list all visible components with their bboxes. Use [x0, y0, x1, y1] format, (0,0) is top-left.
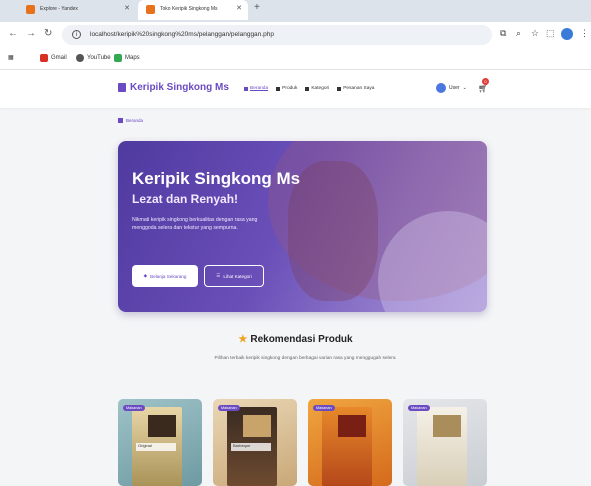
button-label: Belanja Sekarang — [150, 273, 187, 279]
browser-tabstrip: Explore - Yandex ✕ Toko Keripik Singkong… — [0, 0, 591, 22]
cart-icon: 🛒︎ — [478, 84, 489, 93]
nav-kategori[interactable]: Kategori — [305, 86, 329, 91]
extensions-icon[interactable]: ⬚ — [546, 28, 555, 39]
list-icon: ☰ — [216, 273, 221, 278]
section-subtitle: Pilihan terbaik keripik singkong dengan … — [214, 356, 396, 361]
nav-beranda[interactable]: Beranda — [244, 86, 268, 91]
browser-toolbar: ← → ↻ i localhost/keripik%20singkong%20m… — [0, 22, 591, 48]
bag-icon: ◆ — [143, 273, 148, 278]
user-avatar — [436, 83, 446, 93]
apps-grid-icon[interactable]: ▦ — [8, 54, 14, 61]
star-icon: ★ — [238, 334, 248, 345]
shop-now-button[interactable]: ◆ Belanja Sekarang — [132, 265, 198, 287]
hero-description: Nikmati keripik singkong berkualitas den… — [132, 217, 258, 231]
product-tag: Makanan — [313, 405, 335, 411]
product-tag: Makanan — [123, 405, 145, 411]
breadcrumb: Beranda — [118, 118, 143, 123]
browser-tab-active[interactable]: Toko Keripik Singkong Ms ✕ — [138, 0, 248, 20]
product-tag: Makanan — [408, 405, 430, 411]
view-category-button[interactable]: ☰ Lihat Kategori — [204, 265, 264, 287]
product-card[interactable]: Original Makanan — [118, 399, 202, 486]
product-card[interactable]: Makanan — [308, 399, 392, 486]
user-label: User — [449, 85, 460, 91]
bookmark-label: Maps — [125, 55, 140, 61]
tag-icon — [305, 86, 310, 91]
product-card[interactable]: Barbeque Makanan — [213, 399, 297, 486]
tab-title: Toko Keripik Singkong Ms — [160, 6, 218, 12]
section-title: ★ Rekomendasi Produk — [0, 334, 591, 345]
hero-subtitle: Lezat dan Renyah! — [132, 192, 239, 206]
section-title-text: Rekomendasi Produk — [250, 334, 353, 345]
product-label: Original — [136, 443, 176, 451]
bookmark-star-icon[interactable]: ☆ — [531, 28, 539, 39]
site-brand[interactable]: Keripik Singkong Ms — [118, 82, 229, 93]
home-icon — [244, 86, 248, 91]
maps-icon — [114, 54, 122, 62]
nav-label: Beranda — [250, 86, 269, 91]
chevron-down-icon: ⌄ — [462, 85, 467, 91]
site-info-icon[interactable]: i — [72, 30, 81, 39]
bookmark-maps[interactable]: Maps — [114, 54, 140, 62]
favicon-icon — [26, 5, 35, 14]
page-content: Keripik Singkong Ms Beranda Produk Kateg… — [0, 70, 591, 486]
back-icon[interactable]: ← — [8, 28, 18, 39]
bookmark-label: Gmail — [51, 55, 67, 61]
new-tab-icon[interactable]: + — [254, 2, 260, 13]
address-bar[interactable]: i localhost/keripik%20singkong%20ms/pela… — [62, 25, 492, 45]
bookmark-gmail[interactable]: Gmail — [40, 54, 67, 62]
cart-badge: 0 — [482, 78, 489, 85]
product-card[interactable]: Makanan — [403, 399, 487, 486]
bookmark-youtube[interactable]: YouTube — [76, 54, 111, 62]
close-icon[interactable]: ✕ — [124, 4, 130, 12]
product-image-window — [433, 415, 461, 437]
close-icon[interactable]: ✕ — [236, 4, 242, 12]
favicon-icon — [146, 5, 155, 14]
box-icon — [276, 86, 281, 91]
nav-pesanan-saya[interactable]: Pesanan Saya — [337, 86, 374, 91]
gmail-icon — [40, 54, 48, 62]
menu-kebab-icon[interactable]: ⋮ — [580, 28, 589, 39]
reload-icon[interactable]: ↻ — [44, 28, 52, 39]
zoom-icon[interactable]: ⌕ — [516, 28, 521, 39]
main-menu: Beranda Produk Kategori Pesanan Saya — [244, 86, 374, 91]
home-icon — [118, 118, 123, 123]
nav-label: Pesanan Saya — [343, 86, 375, 91]
brand-name: Keripik Singkong Ms — [130, 82, 229, 93]
product-label: Barbeque — [231, 443, 271, 451]
breadcrumb-current[interactable]: Beranda — [126, 118, 143, 123]
product-grid: Original Makanan Barbeque Makanan Makana… — [118, 399, 487, 486]
nav-label: Kategori — [311, 86, 330, 91]
forward-icon[interactable]: → — [26, 28, 36, 39]
translate-icon[interactable]: ⧉ — [500, 28, 506, 39]
product-image-window — [148, 415, 176, 437]
hero-title: Keripik Singkong Ms — [132, 169, 301, 188]
receipt-icon — [337, 86, 342, 91]
globe-icon — [76, 54, 84, 62]
bookmark-label: YouTube — [87, 55, 111, 61]
profile-avatar[interactable] — [561, 28, 573, 40]
cart-button[interactable]: 🛒︎ 0 — [478, 78, 489, 93]
browser-tab[interactable]: Explore - Yandex ✕ — [18, 0, 136, 20]
hero-decoration — [288, 161, 378, 301]
user-menu[interactable]: User ⌄ — [436, 83, 467, 93]
nav-label: Produk — [282, 86, 298, 91]
nav-produk[interactable]: Produk — [276, 86, 297, 91]
bookmarks-bar: ▦ Gmail YouTube Maps — [0, 48, 591, 70]
button-label: Lihat Kategori — [223, 273, 252, 279]
product-image-window — [243, 415, 271, 437]
site-navbar: Keripik Singkong Ms Beranda Produk Kateg… — [0, 70, 591, 108]
tab-title: Explore - Yandex — [40, 6, 78, 12]
product-tag: Makanan — [218, 405, 240, 411]
product-image-window — [338, 415, 366, 437]
store-icon — [118, 83, 126, 92]
hero-banner: Keripik Singkong Ms Lezat dan Renyah! Ni… — [118, 141, 487, 312]
url-text: localhost/keripik%20singkong%20ms/pelang… — [90, 31, 274, 38]
